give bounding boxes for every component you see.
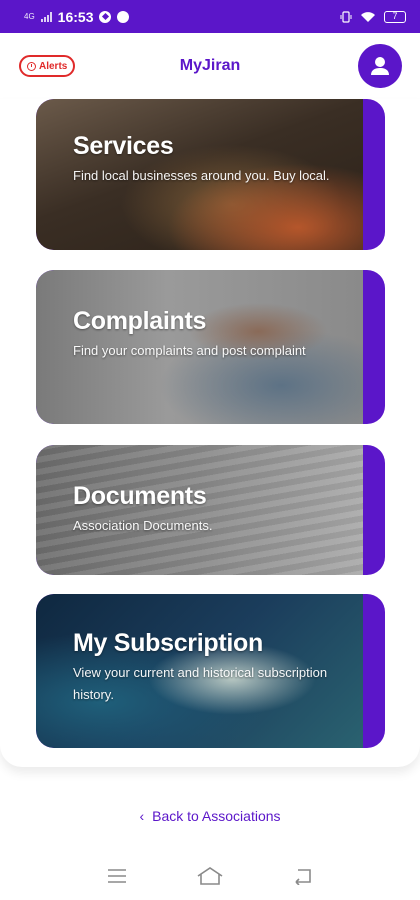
app-notification-icon <box>117 10 130 23</box>
telegram-icon <box>99 10 112 23</box>
app-header: Alerts MyJiran <box>0 33 420 99</box>
network-type: 4G <box>24 11 35 21</box>
profile-avatar-button[interactable] <box>358 44 402 88</box>
documents-card[interactable]: Documents Association Documents. <box>36 445 385 575</box>
home-icon <box>197 867 223 885</box>
subscription-text: My Subscription View your current and hi… <box>73 628 345 706</box>
card-title: Documents <box>73 482 207 510</box>
back-nav-button[interactable] <box>288 864 318 888</box>
status-left: 4G 16:53 <box>24 8 130 25</box>
system-nav-bar <box>0 856 420 896</box>
card-description: View your current and historical subscri… <box>73 665 328 702</box>
card-description: Find your complaints and post complaint <box>73 343 306 358</box>
subscription-card[interactable]: My Subscription View your current and hi… <box>36 594 385 748</box>
chevron-left-icon: ‹ <box>139 808 145 824</box>
wifi-icon <box>361 11 375 22</box>
battery-level: 7 <box>392 11 398 21</box>
status-right: 7 <box>340 10 406 23</box>
back-label: Back to Associations <box>152 808 281 824</box>
battery-icon: 7 <box>384 10 406 23</box>
card-title: Complaints <box>73 307 207 335</box>
back-to-associations-link[interactable]: ‹ Back to Associations <box>0 808 420 824</box>
vibrate-icon <box>340 10 352 23</box>
services-text: Services Find local businesses around yo… <box>73 131 345 187</box>
complaints-text: Complaints Find your complaints and post… <box>73 306 345 362</box>
menu-icon <box>107 869 126 883</box>
alerts-label: Alerts <box>39 60 68 72</box>
card-description: Find local businesses around you. Buy lo… <box>73 168 330 183</box>
status-bar: 4G 16:53 7 <box>0 0 420 33</box>
alert-icon <box>27 61 36 71</box>
alerts-button[interactable]: Alerts <box>19 55 76 77</box>
user-icon <box>371 57 389 75</box>
complaints-card[interactable]: Complaints Find your complaints and post… <box>36 270 385 424</box>
menu-nav-button[interactable] <box>102 864 132 888</box>
services-card[interactable]: Services Find local businesses around yo… <box>36 99 385 250</box>
signal-icon <box>40 11 52 22</box>
page-title: MyJiran <box>179 57 241 74</box>
card-title: My Subscription <box>73 629 263 657</box>
card-title: Services <box>73 132 174 160</box>
home-nav-button[interactable] <box>195 864 225 888</box>
card-description: Association Documents. <box>73 518 213 533</box>
status-time: 16:53 <box>57 8 94 25</box>
documents-text: Documents Association Documents. <box>73 481 345 537</box>
back-icon <box>295 869 312 885</box>
